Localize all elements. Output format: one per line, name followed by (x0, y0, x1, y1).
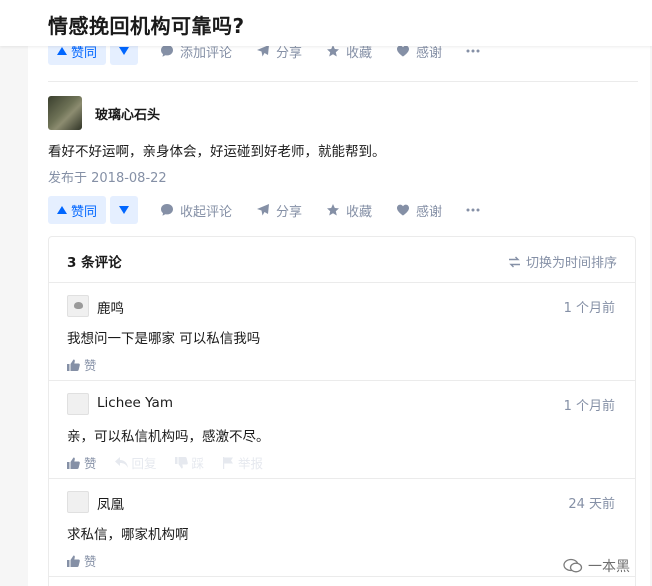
ellipsis-icon (466, 49, 480, 53)
comment-report-button[interactable]: 举报 (222, 453, 263, 472)
comment-time: 24 天前 (568, 497, 615, 512)
share-icon (257, 204, 270, 216)
comment-like-button[interactable]: 赞 (67, 453, 97, 472)
sort-toggle-button[interactable]: 切换为时间排序 (508, 252, 617, 271)
comment-text: 亲，可以私信机构吗，感激不尽。 (67, 429, 270, 445)
comment-like-button[interactable]: 赞 (67, 355, 97, 374)
comment-time: 1 个月前 (563, 301, 615, 316)
heart-icon (397, 45, 410, 57)
triangle-down-icon (119, 47, 129, 55)
comment-text: 求私信，哪家机构啊 (67, 527, 189, 543)
author-avatar[interactable] (48, 96, 82, 130)
question-title[interactable]: 情感挽回机构可靠吗? (48, 10, 245, 39)
vote-up-button[interactable]: 赞同 (48, 196, 106, 224)
reply-icon (114, 457, 128, 468)
watermark: 一本黑 (563, 556, 630, 576)
comment-like-button[interactable]: 赞 (67, 551, 97, 570)
share-icon (257, 45, 270, 57)
comment-time: 1 个月前 (563, 399, 615, 414)
comment-actions: 赞 (67, 355, 97, 374)
commenter-name[interactable]: 凤凰 (97, 493, 124, 513)
commenter-avatar[interactable] (67, 295, 89, 317)
thumbs-down-icon (174, 456, 188, 468)
answer-content: 看好不好运啊，亲身体会，好运碰到好老师，就能帮到。 (48, 144, 386, 160)
triangle-up-icon (56, 206, 67, 214)
comments-count: 3 条评论 (67, 255, 122, 271)
vote-up-label: 赞同 (70, 204, 97, 220)
star-icon (327, 45, 340, 57)
vote-down-button[interactable] (110, 196, 138, 224)
comment-actions: 赞 回复 踩 举报 (67, 453, 263, 472)
watermark-text: 一本黑 (588, 559, 630, 575)
collapse-comments-button[interactable]: 收起评论 (160, 201, 232, 220)
question-sticky-header: 情感挽回机构可靠吗? (0, 0, 652, 46)
thumbs-up-icon (67, 555, 80, 567)
answer-actions: 赞同 收起评论 分享 收藏 感谢 (48, 196, 480, 224)
swap-icon (508, 256, 520, 267)
more-button[interactable] (466, 208, 480, 212)
comment-icon (161, 45, 173, 57)
heart-icon (397, 204, 410, 216)
commenter-avatar[interactable] (67, 491, 89, 513)
collect-button[interactable]: 收藏 (326, 201, 372, 220)
comment-item: 鹿鸣 1 个月前 我想问一下是哪家 可以私信我吗 赞 (49, 283, 635, 381)
comment-item: Lichee Yam 1 个月前 亲，可以私信机构吗，感激不尽。 赞 回复 踩 … (49, 381, 635, 479)
star-icon (327, 204, 340, 216)
comment-item: 凤凰 24 天前 求私信，哪家机构啊 赞 (49, 479, 635, 577)
triangle-down-icon (119, 206, 129, 214)
thumbs-up-icon (67, 457, 80, 469)
answer-publish-date[interactable]: 发布于 2018-08-22 (48, 167, 167, 186)
answer-divider (48, 81, 638, 82)
author-name[interactable]: 玻璃心石头 (95, 104, 160, 123)
more-button[interactable] (466, 49, 480, 53)
comments-panel: 3 条评论 切换为时间排序 鹿鸣 1 个月前 我想问一下是哪家 可以私信我吗 赞… (48, 236, 636, 586)
comment-icon (161, 204, 173, 216)
commenter-name[interactable]: 鹿鸣 (97, 297, 124, 317)
ellipsis-icon (466, 208, 480, 212)
thanks-button[interactable]: 感谢 (396, 201, 442, 220)
comments-header: 3 条评论 切换为时间排序 (49, 237, 635, 283)
triangle-up-icon (56, 47, 67, 55)
comment-dislike-button[interactable]: 踩 (174, 453, 204, 472)
wechat-logo-icon (563, 558, 583, 573)
flag-icon (223, 456, 234, 469)
commenter-avatar[interactable] (67, 393, 89, 415)
comment-reply-button[interactable]: 回复 (114, 453, 157, 472)
share-button[interactable]: 分享 (256, 201, 302, 220)
comment-actions: 赞 (67, 551, 97, 570)
commenter-name[interactable]: Lichee Yam (97, 395, 173, 411)
thumbs-up-icon (67, 359, 80, 371)
comment-text: 我想问一下是哪家 可以私信我吗 (67, 331, 261, 347)
